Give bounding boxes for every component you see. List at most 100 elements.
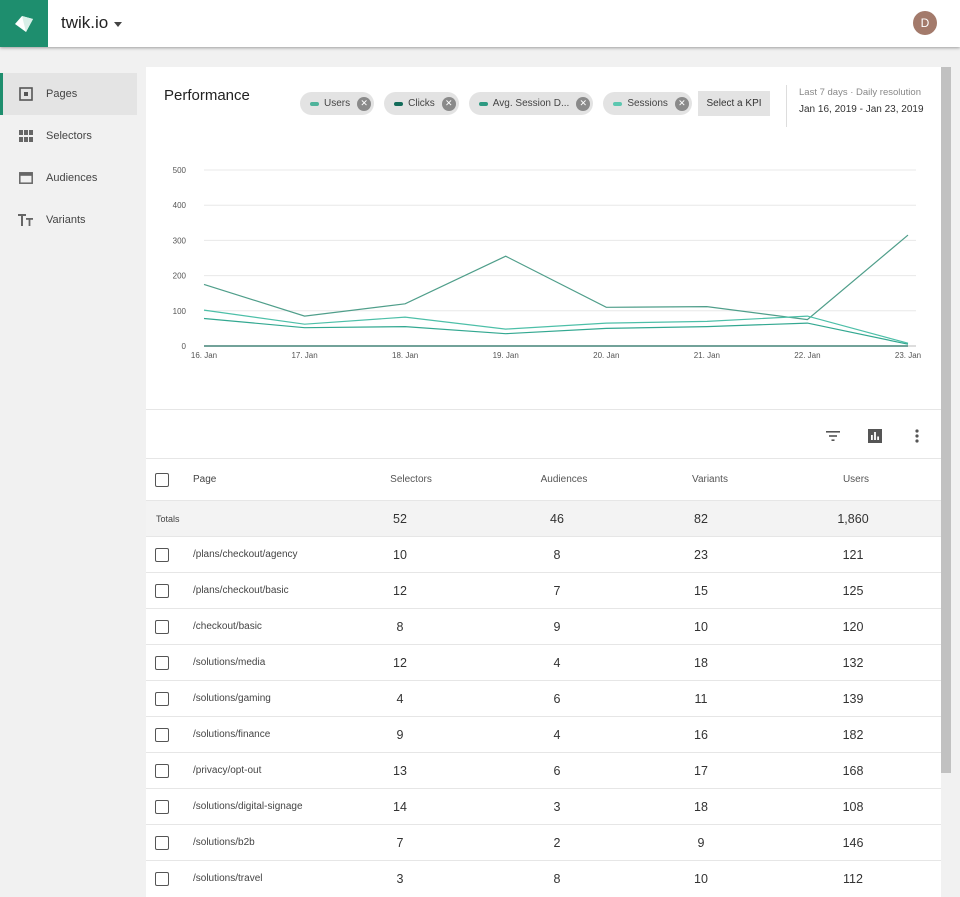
- pages-icon: [18, 86, 34, 102]
- row-checkbox[interactable]: [155, 547, 169, 562]
- workspace-title: twik.io: [61, 13, 109, 32]
- table-row[interactable]: /solutions/media 12 4 18 132: [146, 644, 941, 680]
- column-header-users[interactable]: Users: [826, 459, 886, 500]
- kpi-chip-label: Avg. Session D...: [492, 98, 570, 109]
- row-audiences: 8: [553, 547, 561, 562]
- scrollbar-thumb[interactable]: [941, 67, 951, 773]
- column-header-variants[interactable]: Variants: [680, 459, 740, 500]
- y-tick-label: 0: [182, 342, 187, 351]
- table-body: /plans/checkout/agency 10 8 23 121/plans/che…: [146, 536, 941, 896]
- more-vert-icon[interactable]: [907, 426, 927, 446]
- sidebar-item-label: Audiences: [46, 172, 98, 184]
- date-resolution-label[interactable]: Last 7 days · Daily resolution: [799, 87, 921, 98]
- performance-chart: 0 100 200 300 400 500 16. Jan 17. Jan 18. Jan 19.…: [146, 157, 941, 372]
- row-page-path[interactable]: /solutions/finance: [193, 717, 270, 752]
- row-variants: 18: [694, 655, 708, 670]
- sidebar-item-label: Pages: [46, 88, 78, 100]
- row-selectors: 4: [396, 691, 404, 706]
- series-swatch: [478, 101, 488, 106]
- close-icon[interactable]: ✕: [576, 96, 591, 111]
- sidebar-item-audiences[interactable]: Audiences: [0, 157, 137, 199]
- row-checkbox[interactable]: [155, 799, 169, 814]
- row-page-path[interactable]: /solutions/gaming: [193, 681, 271, 716]
- row-checkbox[interactable]: [155, 655, 169, 670]
- row-page-path[interactable]: /checkout/basic: [193, 609, 262, 644]
- table-row[interactable]: /solutions/b2b 7 2 9 146: [146, 824, 941, 860]
- table-row[interactable]: /checkout/basic 8 9 10 120: [146, 608, 941, 644]
- app-logo[interactable]: [0, 0, 48, 47]
- table-header: Page Selectors Audiences Variants Users: [146, 458, 941, 500]
- row-variants: 10: [694, 871, 708, 886]
- row-page-path[interactable]: /plans/checkout/agency: [193, 537, 298, 572]
- row-audiences: 3: [553, 799, 561, 814]
- table-row[interactable]: /plans/checkout/agency 10 8 23 121: [146, 536, 941, 572]
- close-icon[interactable]: ✕: [357, 96, 372, 111]
- row-variants: 23: [694, 547, 708, 562]
- row-selectors: 9: [396, 727, 404, 742]
- row-checkbox[interactable]: [155, 583, 169, 598]
- totals-row: Totals 52 46 82 1,860: [146, 500, 941, 536]
- row-page-path[interactable]: /plans/checkout/basic: [193, 573, 289, 608]
- filter-icon[interactable]: [823, 426, 843, 446]
- date-range-picker[interactable]: Jan 16, 2019 - Jan 23, 2019: [799, 104, 924, 115]
- table-row[interactable]: /solutions/digital-signage 14 3 18 108: [146, 788, 941, 824]
- totals-users: 1,860: [837, 511, 869, 526]
- totals-variants: 82: [694, 511, 708, 526]
- avatar[interactable]: D: [913, 11, 937, 35]
- row-variants: 18: [694, 799, 708, 814]
- series-swatch: [394, 101, 404, 106]
- select-kpi-button[interactable]: Select a KPI: [698, 91, 770, 116]
- select-all-checkbox[interactable]: [155, 472, 169, 487]
- close-icon[interactable]: ✕: [441, 96, 456, 111]
- workspace-switcher[interactable]: twik.io: [61, 13, 123, 33]
- column-header-page[interactable]: Page: [193, 459, 216, 500]
- series-line-sessions: [203, 317, 909, 345]
- row-users: 120: [842, 619, 864, 634]
- kpi-chip-users[interactable]: Users ✕: [300, 92, 375, 115]
- totals-selectors: 52: [393, 511, 407, 526]
- row-page-path[interactable]: /privacy/opt-out: [193, 753, 261, 788]
- row-page-path[interactable]: /solutions/media: [193, 645, 265, 680]
- chart-toggle-icon[interactable]: [865, 426, 885, 446]
- kpi-chip-sessions[interactable]: Sessions ✕: [603, 92, 692, 115]
- row-variants: 10: [694, 619, 708, 634]
- table-row[interactable]: /solutions/travel 3 8 10 112: [146, 860, 941, 896]
- column-header-audiences[interactable]: Audiences: [534, 459, 594, 500]
- pages-table: Page Selectors Audiences Variants Users …: [146, 458, 941, 896]
- sidebar-item-variants[interactable]: Variants: [0, 199, 137, 241]
- kpi-chip-label: Users: [324, 98, 351, 109]
- kpi-chip-clicks[interactable]: Clicks ✕: [384, 92, 459, 115]
- series-line-users: [203, 234, 909, 321]
- row-checkbox[interactable]: [155, 619, 169, 634]
- sidebar: Pages Selectors Audiences Variants: [0, 73, 137, 241]
- table-row[interactable]: /plans/checkout/basic 12 7 15 125: [146, 572, 941, 608]
- x-tick-label: 18. Jan: [392, 351, 418, 360]
- sidebar-item-pages[interactable]: Pages: [0, 73, 137, 115]
- kpi-chip-avg-session[interactable]: Avg. Session D... ✕: [468, 92, 594, 115]
- table-row[interactable]: /solutions/gaming 4 6 11 139: [146, 680, 941, 716]
- row-page-path[interactable]: /solutions/digital-signage: [193, 789, 303, 824]
- table-row[interactable]: /privacy/opt-out 13 6 17 168: [146, 752, 941, 788]
- row-selectors: 14: [393, 799, 407, 814]
- row-page-path[interactable]: /solutions/b2b: [193, 825, 255, 860]
- row-checkbox[interactable]: [155, 871, 169, 886]
- row-selectors: 8: [396, 619, 404, 634]
- row-page-path[interactable]: /solutions/travel: [193, 861, 262, 896]
- row-users: 146: [842, 835, 864, 850]
- row-checkbox[interactable]: [155, 727, 169, 742]
- y-tick-label: 300: [173, 236, 187, 245]
- table-row[interactable]: /solutions/finance 9 4 16 182: [146, 716, 941, 752]
- row-variants: 16: [694, 727, 708, 742]
- chart-svg: 0 100 200 300 400 500 16. Jan 17. Jan 18. Jan 19.…: [173, 166, 921, 360]
- row-users: 108: [842, 799, 864, 814]
- close-icon[interactable]: ✕: [674, 96, 689, 111]
- grid-icon: [18, 128, 34, 144]
- row-selectors: 3: [396, 871, 404, 886]
- sidebar-item-label: Selectors: [46, 130, 92, 142]
- row-checkbox[interactable]: [155, 691, 169, 706]
- sidebar-item-selectors[interactable]: Selectors: [0, 115, 137, 157]
- column-header-selectors[interactable]: Selectors: [381, 459, 441, 500]
- row-checkbox[interactable]: [155, 763, 169, 778]
- row-checkbox[interactable]: [155, 835, 169, 850]
- x-tick-label: 20. Jan: [593, 351, 619, 360]
